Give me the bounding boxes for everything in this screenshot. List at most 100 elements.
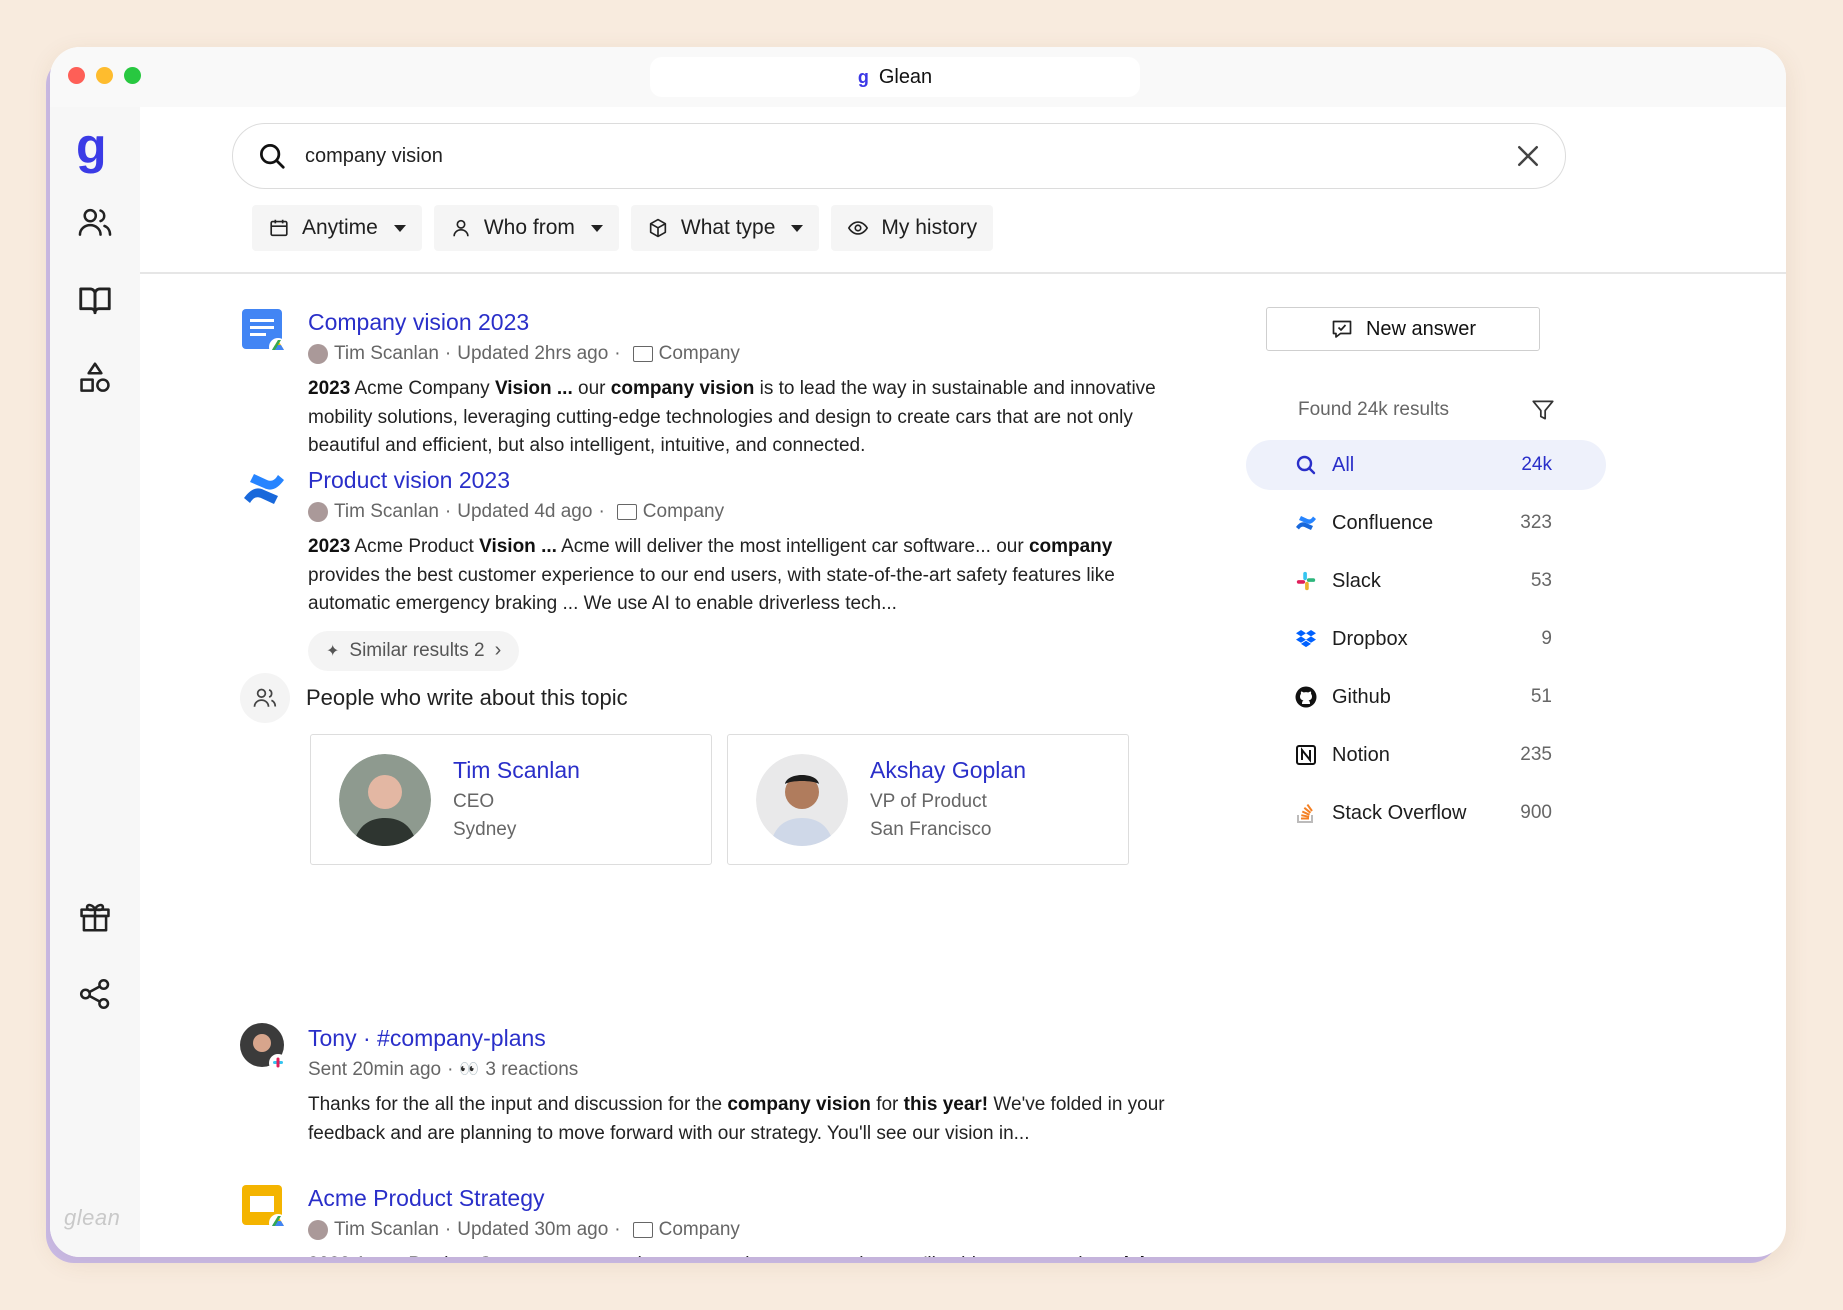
result-snippet: 2023 Acme Product Vision ... Acme will d… — [308, 536, 1115, 614]
source-filter-slack[interactable]: Slack 53 — [1246, 556, 1606, 606]
notion-icon — [1294, 743, 1318, 767]
share-nav-icon[interactable] — [72, 971, 118, 1017]
glean-home-logo[interactable]: g — [76, 121, 107, 171]
source-count: 24k — [1521, 454, 1552, 475]
people-icon — [240, 673, 290, 723]
filter-label: Who from — [483, 216, 575, 239]
apps-shapes-nav-icon[interactable] — [72, 355, 118, 401]
filter-my-history-toggle[interactable]: My history — [831, 205, 994, 251]
person-role: CEO — [453, 791, 495, 812]
close-window-button[interactable] — [68, 67, 85, 84]
people-section: People who write about this topic Tim Sc… — [240, 673, 1240, 873]
confluence-icon — [244, 474, 284, 504]
person-avatar — [756, 754, 848, 846]
person-avatar — [339, 754, 431, 846]
source-name: Notion — [1332, 743, 1390, 766]
people-heading: People who write about this topic — [306, 685, 628, 710]
gift-nav-icon[interactable] — [72, 893, 118, 939]
source-filter-stack-overflow[interactable]: Stack Overflow 900 — [1246, 788, 1606, 838]
result-reactions: 3 reactions — [485, 1059, 579, 1080]
sparkle-icon: ✦ — [326, 642, 340, 660]
similar-results-button[interactable]: ✦ Similar results 2 › — [308, 630, 520, 671]
result-sent-time: Sent 20min ago — [308, 1059, 442, 1080]
results-count-text: Found 24k results — [1298, 399, 1450, 420]
person-location: Sydney — [453, 819, 517, 840]
slack-message-avatar-icon — [240, 1023, 287, 1071]
result-title-link[interactable]: Product vision 2023 — [308, 465, 1208, 495]
window-title-pill: g Glean — [650, 57, 1140, 97]
source-name: Dropbox — [1332, 627, 1408, 650]
knowledge-book-nav-icon[interactable] — [72, 277, 118, 323]
result-title-link[interactable]: Acme Product Strategy — [308, 1183, 1208, 1213]
filter-what-type-dropdown[interactable]: What type — [630, 205, 820, 251]
person-name[interactable]: Tim Scanlan — [453, 757, 580, 784]
filter-who-from-dropdown[interactable]: Who from — [433, 205, 619, 251]
result-folder[interactable]: Company — [643, 499, 724, 525]
glean-logo-icon: g — [857, 66, 869, 87]
source-filter-dropbox[interactable]: Dropbox 9 — [1246, 614, 1606, 664]
people-nav-icon[interactable] — [72, 199, 118, 245]
people-header: People who write about this topic — [240, 673, 628, 723]
dropbox-icon — [1294, 627, 1318, 651]
result-title-link[interactable]: Tony · #company-plans — [308, 1023, 1208, 1053]
search-icon — [260, 144, 285, 169]
person-icon — [453, 219, 469, 237]
cube-icon — [649, 218, 667, 238]
source-filter-github[interactable]: Github 51 — [1246, 672, 1606, 722]
glean-wordmark: glean — [64, 1205, 121, 1230]
filter-anytime-dropdown[interactable]: Anytime — [252, 205, 422, 251]
source-count: 235 — [1520, 744, 1552, 765]
search-icon — [1294, 453, 1318, 477]
caret-down-icon — [393, 224, 406, 232]
source-count: 900 — [1520, 802, 1552, 823]
person-card[interactable]: Akshay Goplan VP of Product San Francisc… — [727, 734, 1129, 865]
search-bar[interactable] — [232, 123, 1566, 189]
result-meta: Tim Scanlan · Updated 30m ago · Company — [308, 1217, 1208, 1243]
result-snippet: 2023 Acme Product Strategy ...our produc… — [308, 1251, 1188, 1257]
filter-label: My history — [881, 216, 978, 239]
result-folder[interactable]: Company — [659, 1217, 740, 1243]
new-answer-button[interactable]: New answer — [1266, 307, 1540, 351]
person-location: San Francisco — [870, 819, 992, 840]
result-folder[interactable]: Company — [659, 341, 740, 367]
source-filter-notion[interactable]: Notion 235 — [1246, 730, 1606, 780]
clear-search-icon[interactable] — [1515, 143, 1541, 169]
person-name[interactable]: Akshay Goplan — [870, 757, 1026, 784]
author-avatar — [308, 344, 328, 364]
folder-icon — [632, 346, 653, 362]
source-filter-confluence[interactable]: Confluence 323 — [1246, 498, 1606, 548]
eyes-emoji-icon: 👀 — [459, 1061, 480, 1078]
filter-label: Anytime — [302, 216, 378, 239]
result-title-link[interactable]: Company vision 2023 — [308, 307, 1208, 337]
header-divider — [140, 272, 1786, 274]
caret-down-icon — [590, 224, 603, 232]
title-bar: g Glean — [50, 47, 1786, 107]
result-updated: Updated 30m ago — [457, 1219, 609, 1240]
result-author[interactable]: Tim Scanlan — [334, 341, 439, 367]
source-count: 323 — [1520, 512, 1552, 533]
funnel-filter-icon[interactable] — [1530, 397, 1556, 423]
result-updated: Updated 2hrs ago — [457, 343, 609, 364]
chevron-right-icon: › — [494, 639, 502, 661]
source-name: Confluence — [1332, 511, 1434, 534]
github-icon — [1294, 685, 1318, 709]
slack-icon — [1294, 569, 1318, 593]
confluence-icon — [1294, 511, 1318, 535]
minimize-window-button[interactable] — [96, 67, 113, 84]
result-meta: Tim Scanlan · Updated 4d ago · Company — [308, 499, 1208, 525]
filter-bar: Anytime Who from What type My history — [252, 205, 994, 251]
result-meta: Sent 20min ago · 👀 3 reactions — [308, 1057, 1208, 1083]
eye-icon — [848, 221, 869, 235]
search-input[interactable] — [305, 144, 1515, 168]
stackoverflow-icon — [1294, 801, 1318, 825]
folder-icon — [616, 504, 637, 520]
source-name: Stack Overflow — [1332, 801, 1467, 824]
result-author[interactable]: Tim Scanlan — [334, 499, 439, 525]
source-count: 51 — [1530, 686, 1552, 707]
filter-label: What type — [680, 216, 776, 239]
calendar-icon — [270, 219, 288, 237]
result-author[interactable]: Tim Scanlan — [334, 1217, 439, 1243]
person-card[interactable]: Tim Scanlan CEO Sydney — [310, 734, 712, 865]
source-filter-all[interactable]: All 24k — [1246, 440, 1606, 490]
maximize-window-button[interactable] — [124, 67, 141, 84]
